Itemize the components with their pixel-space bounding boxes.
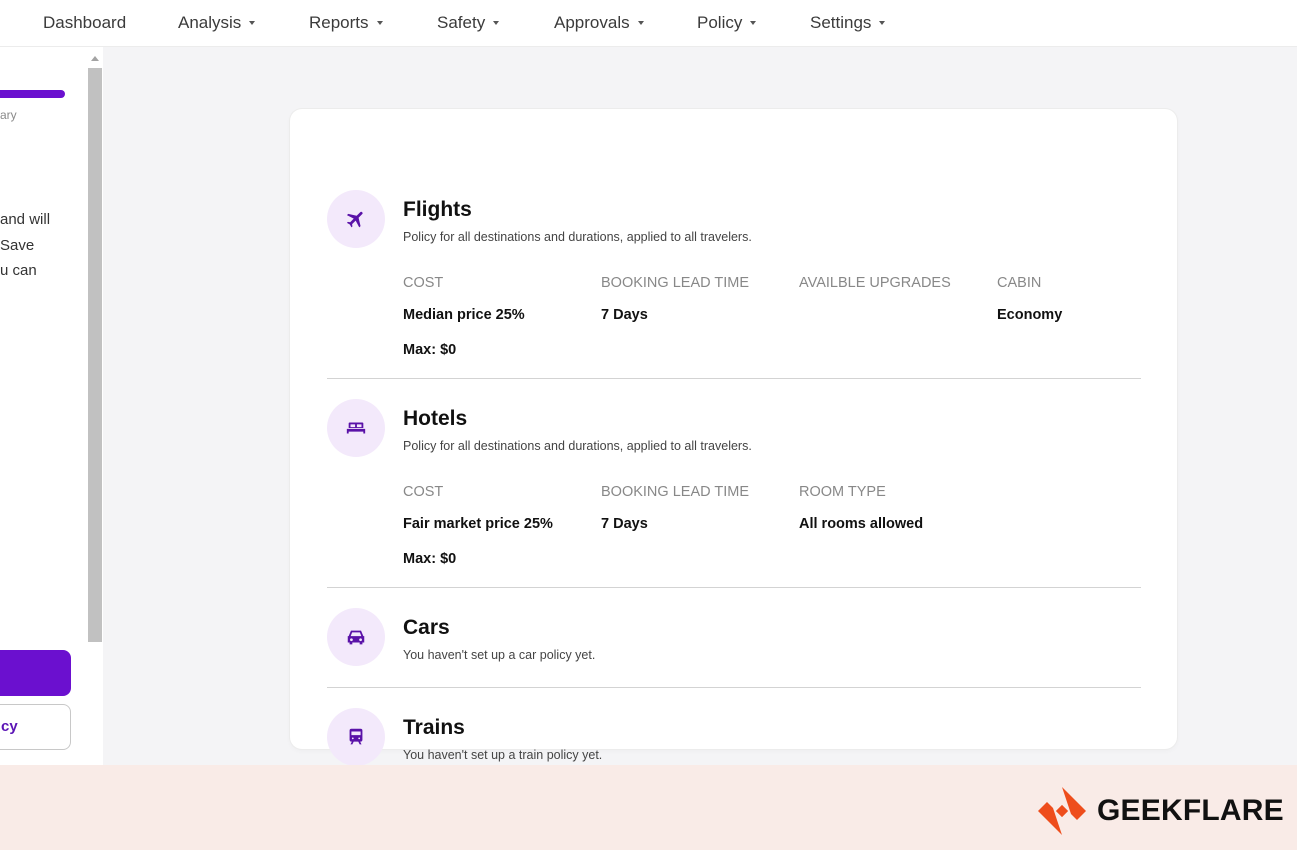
caret-down-icon: [493, 20, 500, 25]
nav-settings-label: Settings: [810, 13, 872, 32]
description-line: and will: [0, 211, 51, 228]
nav-policy[interactable]: Policy: [697, 13, 757, 33]
column-header-lead-time: BOOKING LEAD TIME: [601, 484, 749, 500]
caret-down-icon: [376, 20, 383, 25]
nav-dashboard-label: Dashboard: [43, 13, 127, 32]
brand-name: GEEKFLARE: [1097, 794, 1284, 827]
brand-watermark: GEEKFLARE: [1036, 785, 1284, 837]
nav-policy-label: Policy: [697, 13, 743, 32]
nav-analysis-label: Analysis: [178, 13, 242, 32]
secondary-button[interactable]: cy: [0, 704, 71, 750]
nav-analysis[interactable]: Analysis: [178, 13, 256, 33]
panel-description: and will Save u can: [0, 207, 50, 284]
room-type-value: All rooms allowed: [799, 516, 924, 532]
column-header-cost: COST: [403, 484, 444, 500]
cost-value: Median price 25%: [403, 307, 525, 323]
section-subtitle: Policy for all destinations and duration…: [403, 439, 752, 453]
max-value: Max: $0: [403, 342, 457, 358]
section-title: Hotels: [403, 407, 468, 430]
policy-section-flights[interactable]: Flights Policy for all destinations and …: [327, 190, 1141, 379]
max-value: Max: $0: [403, 551, 457, 567]
cost-value: Fair market price 25%: [403, 516, 553, 532]
scroll-thumb[interactable]: [88, 68, 102, 642]
nav-reports[interactable]: Reports: [309, 13, 383, 33]
description-line: Save: [0, 236, 35, 254]
lead-time-value: 7 Days: [601, 516, 648, 532]
nav-approvals[interactable]: Approvals: [554, 13, 644, 33]
primary-button[interactable]: [0, 650, 71, 696]
column-header-room-type: ROOM TYPE: [799, 484, 886, 500]
column-header-cabin: CABIN: [997, 275, 1042, 291]
bed-icon: [327, 399, 385, 457]
caret-down-icon: [249, 20, 256, 25]
nav-safety[interactable]: Safety: [437, 13, 500, 33]
section-subtitle: You haven't set up a car policy yet.: [403, 648, 596, 662]
nav-approvals-label: Approvals: [554, 13, 630, 32]
column-header-lead-time: BOOKING LEAD TIME: [601, 275, 749, 291]
section-title: Trains: [403, 716, 465, 739]
column-header-cost: COST: [403, 275, 444, 291]
left-panel: ary and will Save u can cy: [0, 47, 86, 765]
policy-section-trains[interactable]: Trains You haven't set up a train policy…: [327, 708, 1141, 768]
cabin-value: Economy: [997, 307, 1063, 323]
policy-card: Flights Policy for all destinations and …: [290, 109, 1177, 766]
secondary-button-label: cy: [1, 718, 18, 735]
top-navigation: Dashboard Analysis Reports Safety Approv…: [0, 0, 1297, 47]
column-header-upgrades: AVAILBLE UPGRADES: [799, 275, 951, 291]
caret-down-icon: [879, 20, 886, 25]
section-title: Flights: [403, 198, 472, 221]
scroll-up-icon[interactable]: [91, 56, 99, 61]
nav-reports-label: Reports: [309, 13, 369, 32]
section-subtitle: Policy for all destinations and duration…: [403, 230, 752, 244]
nav-dashboard[interactable]: Dashboard: [43, 13, 126, 33]
caret-down-icon: [637, 20, 644, 25]
policy-section-hotels[interactable]: Hotels Policy for all destinations and d…: [327, 399, 1141, 588]
car-icon: [327, 608, 385, 666]
policy-section-cars[interactable]: Cars You haven't set up a car policy yet…: [327, 608, 1141, 688]
airplane-icon: [327, 190, 385, 248]
progress-bar: [0, 90, 65, 98]
section-subtitle: You haven't set up a train policy yet.: [403, 748, 603, 762]
scrollbar[interactable]: [86, 47, 103, 765]
geekflare-logo-icon: [1038, 787, 1086, 835]
train-icon: [327, 708, 385, 766]
step-label: ary: [0, 108, 17, 122]
caret-down-icon: [750, 20, 757, 25]
nav-settings[interactable]: Settings: [810, 13, 886, 33]
lead-time-value: 7 Days: [601, 307, 648, 323]
description-line: u can: [0, 262, 37, 279]
section-title: Cars: [403, 616, 450, 639]
nav-safety-label: Safety: [437, 13, 486, 32]
